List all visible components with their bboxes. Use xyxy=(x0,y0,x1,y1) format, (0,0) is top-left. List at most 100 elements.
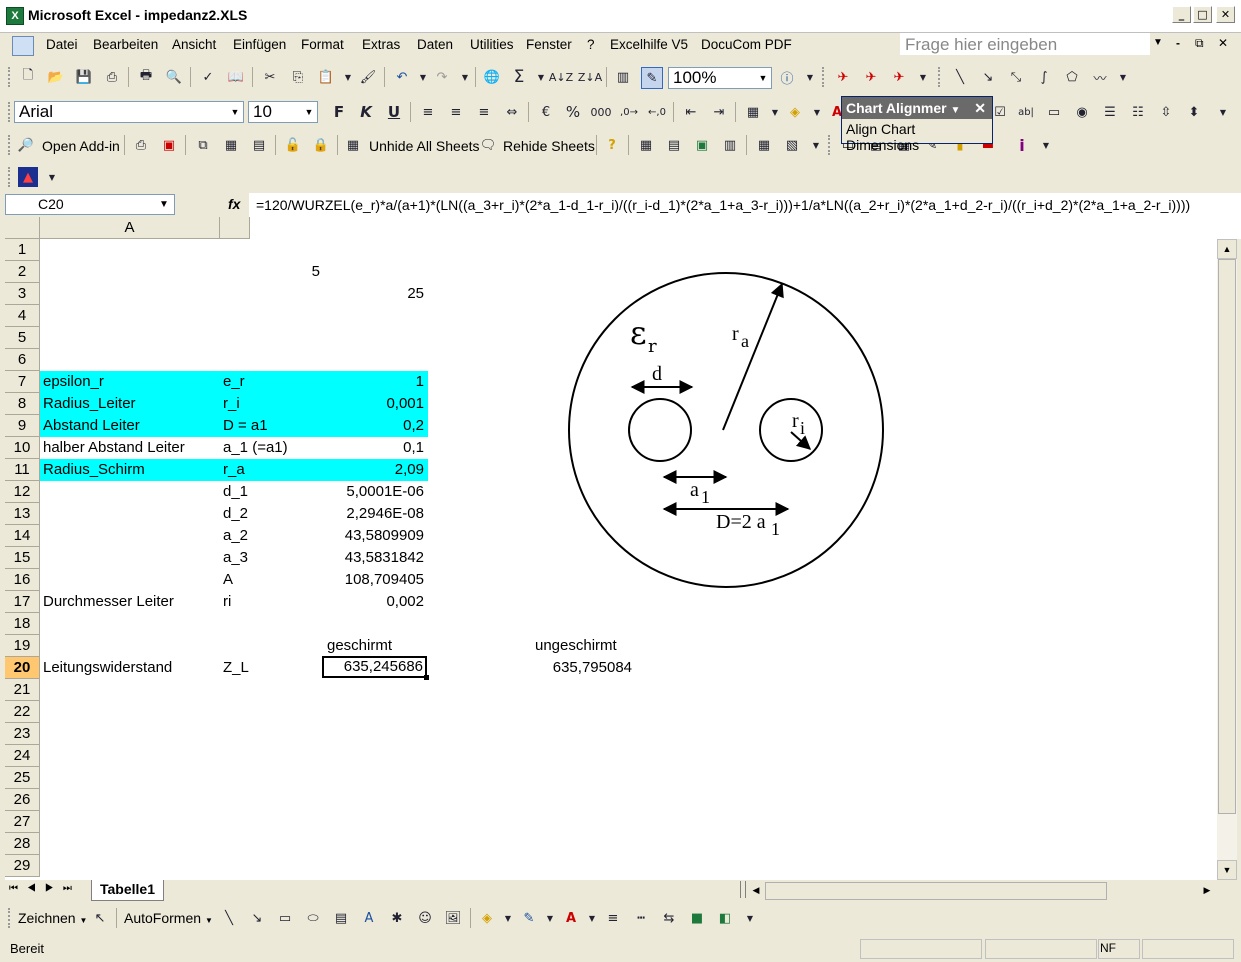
cell-c20-selected[interactable]: 635,245686 xyxy=(322,656,427,678)
indent-icon[interactable]: ⇥ xyxy=(709,102,729,122)
close-button[interactable]: ✕ xyxy=(1216,6,1235,23)
thousands-icon[interactable]: 000 xyxy=(591,102,612,122)
menu-bearbeiten[interactable]: Bearbeiten xyxy=(93,37,158,52)
menu-utilities[interactable]: Utilities xyxy=(470,37,514,52)
cell-a10[interactable]: halber Abstand Leiter xyxy=(43,437,185,459)
line-color-icon[interactable]: ✎ xyxy=(519,908,539,928)
cell-c9[interactable]: 0,2 xyxy=(325,415,424,437)
cell-c19[interactable]: geschirmt xyxy=(327,635,392,657)
undo-dropdown-icon[interactable]: ▼ xyxy=(413,67,433,87)
sheet-tool-icon-3[interactable]: ⧉ xyxy=(193,135,213,155)
grid-tool-icon-2[interactable]: ▤ xyxy=(664,135,684,155)
cell-c10[interactable]: 0,1 xyxy=(325,437,424,459)
row-header[interactable]: 13 xyxy=(5,503,40,525)
cell-c15[interactable]: 43,5831842 xyxy=(305,547,424,569)
cell-c17[interactable]: 0,002 xyxy=(325,591,424,613)
cell-c3[interactable]: 25 xyxy=(325,283,424,305)
row-header[interactable]: 14 xyxy=(5,525,40,547)
cell-d19[interactable]: ungeschirmt xyxy=(535,635,617,657)
sheet-tool-icon-1[interactable]: ⎙ xyxy=(131,135,151,155)
font-size-combo[interactable]: 10 ▼ xyxy=(248,101,318,123)
picture-icon[interactable]: 🖼 xyxy=(443,908,463,928)
zeichnen-menu[interactable]: Zeichnen ▼ xyxy=(18,910,87,926)
rectangle-icon[interactable]: ▭ xyxy=(275,908,295,928)
grid-tool-icon-5[interactable]: ▦ xyxy=(754,135,774,155)
toolbar-grip[interactable] xyxy=(8,67,13,87)
row-header[interactable]: 20 xyxy=(5,657,40,679)
hyperlink-icon[interactable]: 🌐 xyxy=(482,67,502,87)
3d-icon[interactable]: ◧ xyxy=(715,908,735,928)
vertical-scroll-thumb[interactable] xyxy=(1218,259,1236,814)
font-color-dropdown-icon[interactable]: ▼ xyxy=(582,908,602,928)
row-header[interactable]: 16 xyxy=(5,569,40,591)
fill-handle[interactable] xyxy=(424,675,429,680)
scroll-up-icon[interactable]: ▲ xyxy=(1217,239,1237,259)
select-objects-icon[interactable]: ↖ xyxy=(90,908,110,928)
cell-a17[interactable]: Durchmesser Leiter xyxy=(43,591,174,613)
row-header[interactable]: 25 xyxy=(5,767,40,789)
cell-c16[interactable]: 108,709405 xyxy=(305,569,424,591)
lock-icon[interactable]: 🔒 xyxy=(311,135,331,155)
column-header-b[interactable] xyxy=(220,217,250,239)
row-header[interactable]: 24 xyxy=(5,745,40,767)
research-icon[interactable]: 📖 xyxy=(226,67,246,87)
row-header[interactable]: 3 xyxy=(5,283,40,305)
autosum-icon[interactable]: Σ xyxy=(509,67,529,87)
toolbar-options-icon[interactable]: ▼ xyxy=(740,908,760,928)
sort-desc-icon[interactable]: Z↓A xyxy=(578,67,602,87)
fill-color-icon[interactable]: ◈ xyxy=(785,102,805,122)
toolbar-grip[interactable] xyxy=(8,135,13,155)
checkbox-control-icon[interactable]: ☑ xyxy=(990,102,1010,122)
triangle-tool-icon[interactable]: ▲ xyxy=(18,167,38,187)
cell-b12[interactable]: d_1 xyxy=(223,481,248,503)
paste-dropdown-icon[interactable]: ▼ xyxy=(338,67,358,87)
row-header[interactable]: 10 xyxy=(5,437,40,459)
cable-diagram[interactable]: ε r r a d r i a 1 D=2 a 1 xyxy=(560,262,900,592)
print-icon[interactable]: 🖶 xyxy=(136,67,156,87)
undo-icon[interactable]: ↶ xyxy=(392,67,412,87)
font-color-icon[interactable]: A xyxy=(561,908,581,928)
grid-tool-icon-4[interactable]: ▥ xyxy=(720,135,740,155)
outdent-icon[interactable]: ⇤ xyxy=(681,102,701,122)
column-header-a[interactable]: A xyxy=(40,217,220,239)
format-painter-icon[interactable]: 🖌 xyxy=(358,67,378,87)
toolbar-grip[interactable] xyxy=(938,67,943,87)
chevron-down-icon[interactable]: ▼ xyxy=(79,916,87,925)
open-icon[interactable]: 📂 xyxy=(46,67,66,87)
menu-ansicht[interactable]: Ansicht xyxy=(172,37,216,52)
question-icon[interactable]: ? xyxy=(602,135,622,155)
row-header[interactable]: 12 xyxy=(5,481,40,503)
chevron-down-icon[interactable]: ▼ xyxy=(205,916,213,925)
spelling-icon[interactable]: ✓ xyxy=(198,67,218,87)
cell-c12[interactable]: 5,0001E-06 xyxy=(305,481,424,503)
clipart-icon[interactable]: ☺ xyxy=(415,908,435,928)
line-icon[interactable]: ╲ xyxy=(950,67,970,87)
toolbar-grip[interactable] xyxy=(8,102,13,122)
cell-d20[interactable]: 635,795084 xyxy=(525,657,632,679)
redo-dropdown-icon[interactable]: ▼ xyxy=(455,67,475,87)
drawing-icon[interactable]: ✎ xyxy=(641,67,663,89)
bold-button[interactable]: F xyxy=(329,102,349,122)
font-combo[interactable]: Arial ▼ xyxy=(14,101,244,123)
chevron-down-icon[interactable]: ▼ xyxy=(301,102,317,122)
diagram-icon[interactable]: ✱ xyxy=(387,908,407,928)
cell-c2[interactable]: 5 xyxy=(285,261,320,283)
menu-extras[interactable]: Extras xyxy=(362,37,400,52)
sheet-tool-icon-4[interactable]: ▦ xyxy=(221,135,241,155)
insert-function-icon[interactable]: fx xyxy=(228,196,240,212)
arrow-icon[interactable]: ↘ xyxy=(978,67,998,87)
doc-restore-button[interactable]: ⧉ xyxy=(1195,36,1204,51)
help-icon[interactable]: ⓘ xyxy=(777,67,797,87)
arrow-style-icon[interactable]: ⇆ xyxy=(659,908,679,928)
close-icon[interactable]: ✕ xyxy=(974,97,986,119)
pdf-icon-1[interactable]: ✈ xyxy=(833,67,853,87)
dash-style-icon[interactable]: ┅ xyxy=(631,908,651,928)
toolbar-options-icon[interactable]: ▼ xyxy=(806,135,826,155)
shadow-icon[interactable]: ■ xyxy=(687,908,707,928)
row-header[interactable]: 5 xyxy=(5,327,40,349)
tab-split-handle[interactable] xyxy=(740,881,746,898)
row-header[interactable]: 22 xyxy=(5,701,40,723)
rehide-sheets-icon[interactable]: 🗨 xyxy=(478,135,498,155)
cell-c14[interactable]: 43,5809909 xyxy=(305,525,424,547)
worksheet-grid[interactable]: A 1 2 3 4 5 6 7 8 9 10 11 12 13 14 15 16 17 18 19 20 21 22 23 2… xyxy=(5,217,1217,880)
